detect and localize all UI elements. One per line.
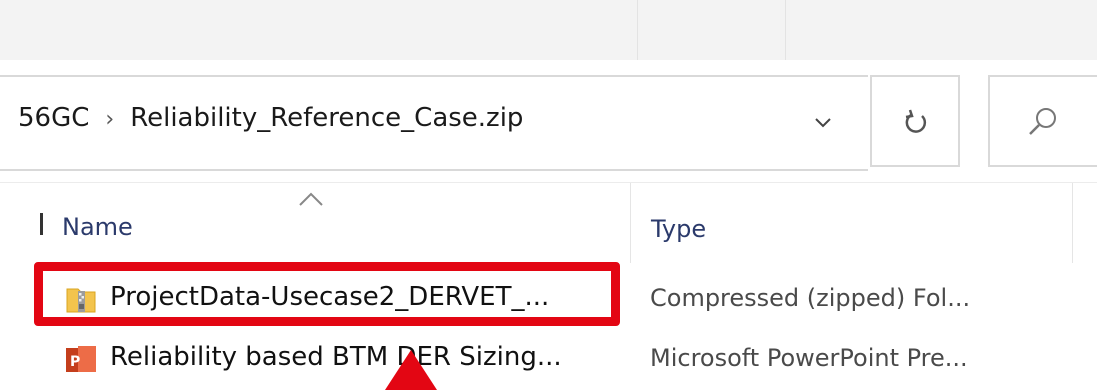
svg-text:P: P	[70, 354, 80, 370]
file-type: Microsoft PowerPoint Pre...	[650, 344, 968, 372]
powerpoint-icon: P	[64, 342, 98, 380]
breadcrumb-item-parent[interactable]: 56GC	[18, 103, 89, 133]
file-name[interactable]: Reliability based BTM DER Sizing...	[110, 342, 562, 372]
breadcrumb-item-current[interactable]: Reliability_Reference_Case.zip	[130, 103, 523, 133]
ribbon-separator	[637, 0, 638, 60]
column-divider[interactable]	[1072, 183, 1073, 263]
pointer-arrow	[385, 350, 437, 390]
refresh-button[interactable]	[870, 75, 960, 167]
select-all-checkbox[interactable]	[20, 213, 43, 235]
list-item[interactable]: P Reliability based BTM DER Sizing... Mi…	[0, 330, 1097, 388]
chevron-down-icon[interactable]	[812, 111, 842, 139]
address-bar[interactable]: 56GC › Reliability_Reference_Case.zip	[0, 75, 868, 171]
sort-ascending-icon	[299, 192, 323, 206]
ribbon-bar	[0, 0, 1097, 60]
column-header-name[interactable]: Name	[62, 213, 133, 241]
refresh-icon	[905, 109, 927, 133]
column-divider[interactable]	[630, 183, 631, 263]
column-header-row: Name Type	[0, 182, 1097, 263]
file-type: Compressed (zipped) Fol...	[650, 284, 971, 312]
search-box[interactable]	[988, 75, 1097, 167]
highlight-box	[34, 262, 620, 326]
breadcrumb: 56GC › Reliability_Reference_Case.zip	[18, 103, 523, 133]
ribbon-separator	[785, 0, 786, 60]
search-icon	[1029, 108, 1056, 135]
breadcrumb-separator-icon[interactable]: ›	[105, 107, 114, 132]
address-row: 56GC › Reliability_Reference_Case.zip	[0, 60, 1097, 182]
column-header-type[interactable]: Type	[651, 215, 706, 243]
